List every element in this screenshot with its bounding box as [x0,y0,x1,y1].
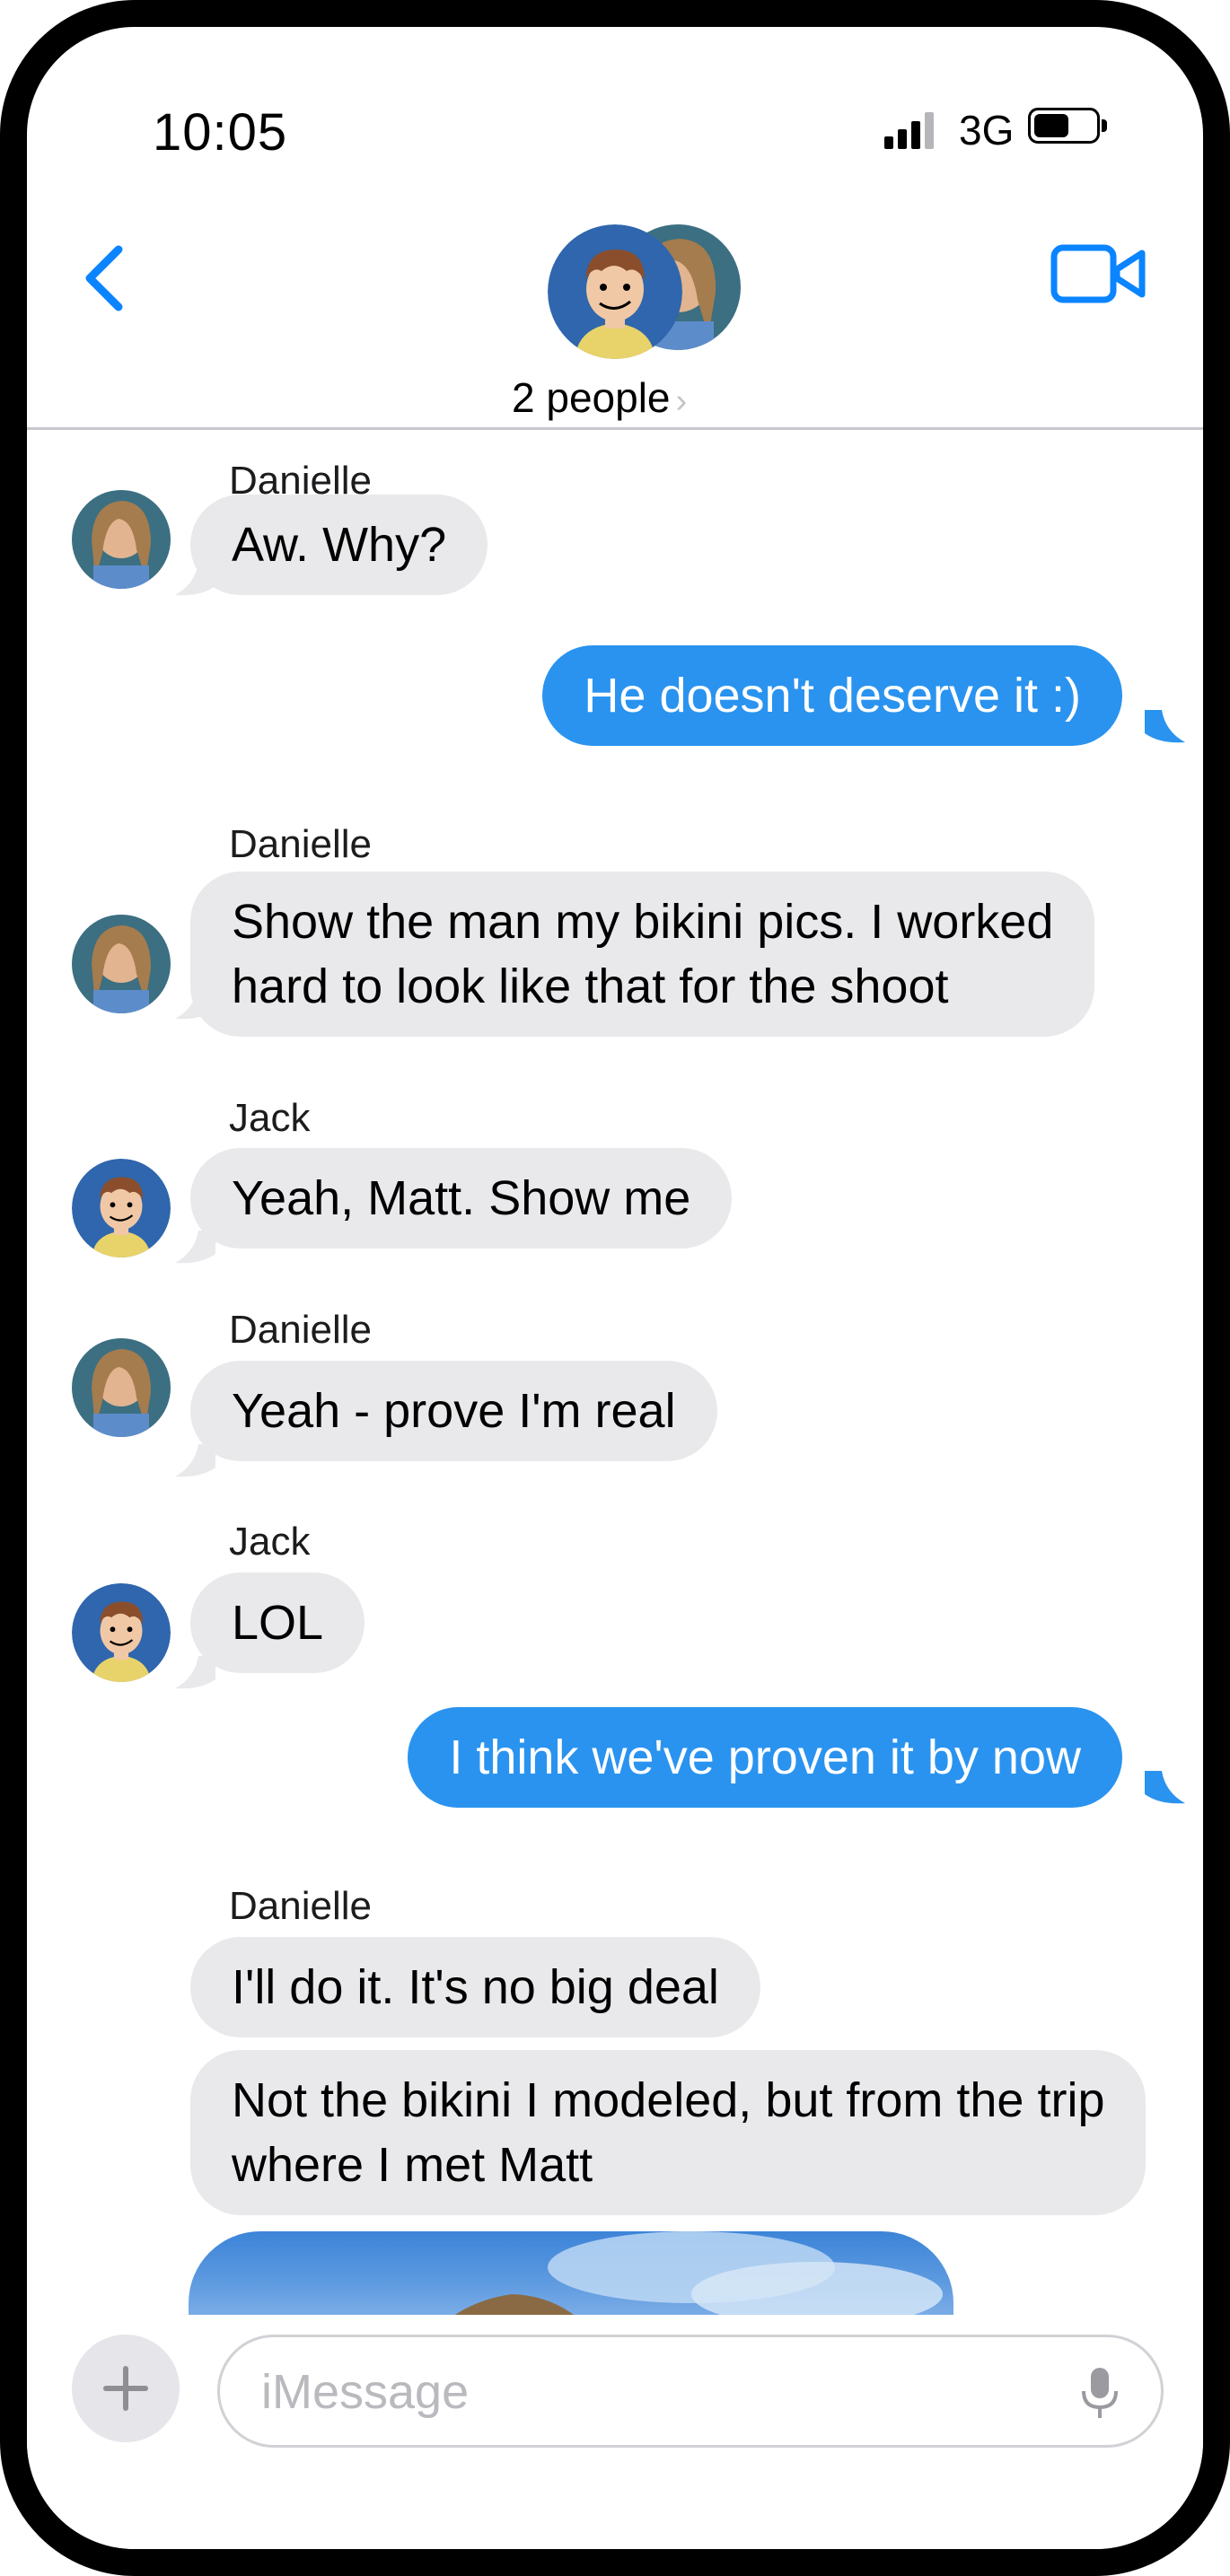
network-type: 3G [959,107,1015,153]
message-bubble[interactable]: LOL [190,1573,365,1673]
bubble-tail [1145,710,1185,743]
danielle-avatar [72,915,171,1013]
plus-icon [103,2366,148,2411]
bubble-tail [1145,1771,1185,1804]
signal-bars-icon [884,112,934,149]
jack-avatar [72,1583,171,1682]
sender-name: Jack [229,1096,311,1140]
message-bubble[interactable]: He doesn't deserve it :) [542,645,1122,746]
message-list[interactable]: Danielle Aw. Why? He doesn't deserve it … [27,430,1203,2315]
message-line: where I met Matt [232,2138,593,2192]
chevron-right-icon: › [675,382,688,420]
message-bubble[interactable]: I think we've proven it by now [408,1707,1122,1808]
jack-avatar [72,1159,171,1257]
sender-name: Jack [229,1520,311,1564]
message-line: Not the bikini I modeled, but from the t… [232,2073,1105,2127]
jack-avatar [548,224,682,359]
phone-frame: 10:05 3G 2 people › Danielle Aw. Why? He… [0,0,1230,2576]
message-bubble[interactable]: I'll do it. It's no big deal [190,1937,760,2037]
back-chevron-icon[interactable] [66,223,138,321]
danielle-avatar [72,1338,171,1437]
sender-name: Danielle [229,1884,372,1928]
conversation-details-link[interactable]: 2 people › [512,373,687,422]
danielle-avatar [72,490,171,589]
compose-bar [27,2315,1203,2549]
battery-tip [1102,119,1107,132]
message-bubble[interactable]: Show the man my bikini pics. I worked ha… [190,872,1095,1037]
message-bubble[interactable]: Aw. Why? [190,495,488,595]
battery-icon [1028,108,1100,144]
message-bubble[interactable]: Yeah - prove I'm real [190,1361,717,1461]
sender-name: Danielle [229,1308,372,1352]
status-bar: 10:05 3G [27,27,1203,180]
status-time: 10:05 [153,103,288,162]
message-line: Show the man my bikini pics. I worked [232,895,1054,949]
message-input[interactable] [259,2337,1053,2447]
sender-name: Danielle [229,822,372,866]
video-call-icon[interactable] [1050,233,1149,314]
photo-attachment[interactable] [189,2231,953,2315]
message-input-box[interactable] [217,2335,1164,2448]
microphone-icon[interactable] [1080,2366,1120,2420]
people-count-label: 2 people [512,374,671,421]
message-bubble[interactable]: Not the bikini I modeled, but from the t… [190,2050,1147,2215]
group-avatar[interactable] [519,197,743,359]
message-line: hard to look like that for the shoot [232,959,949,1013]
add-attachment-button[interactable] [72,2335,180,2442]
message-bubble[interactable]: Yeah, Matt. Show me [190,1148,733,1249]
